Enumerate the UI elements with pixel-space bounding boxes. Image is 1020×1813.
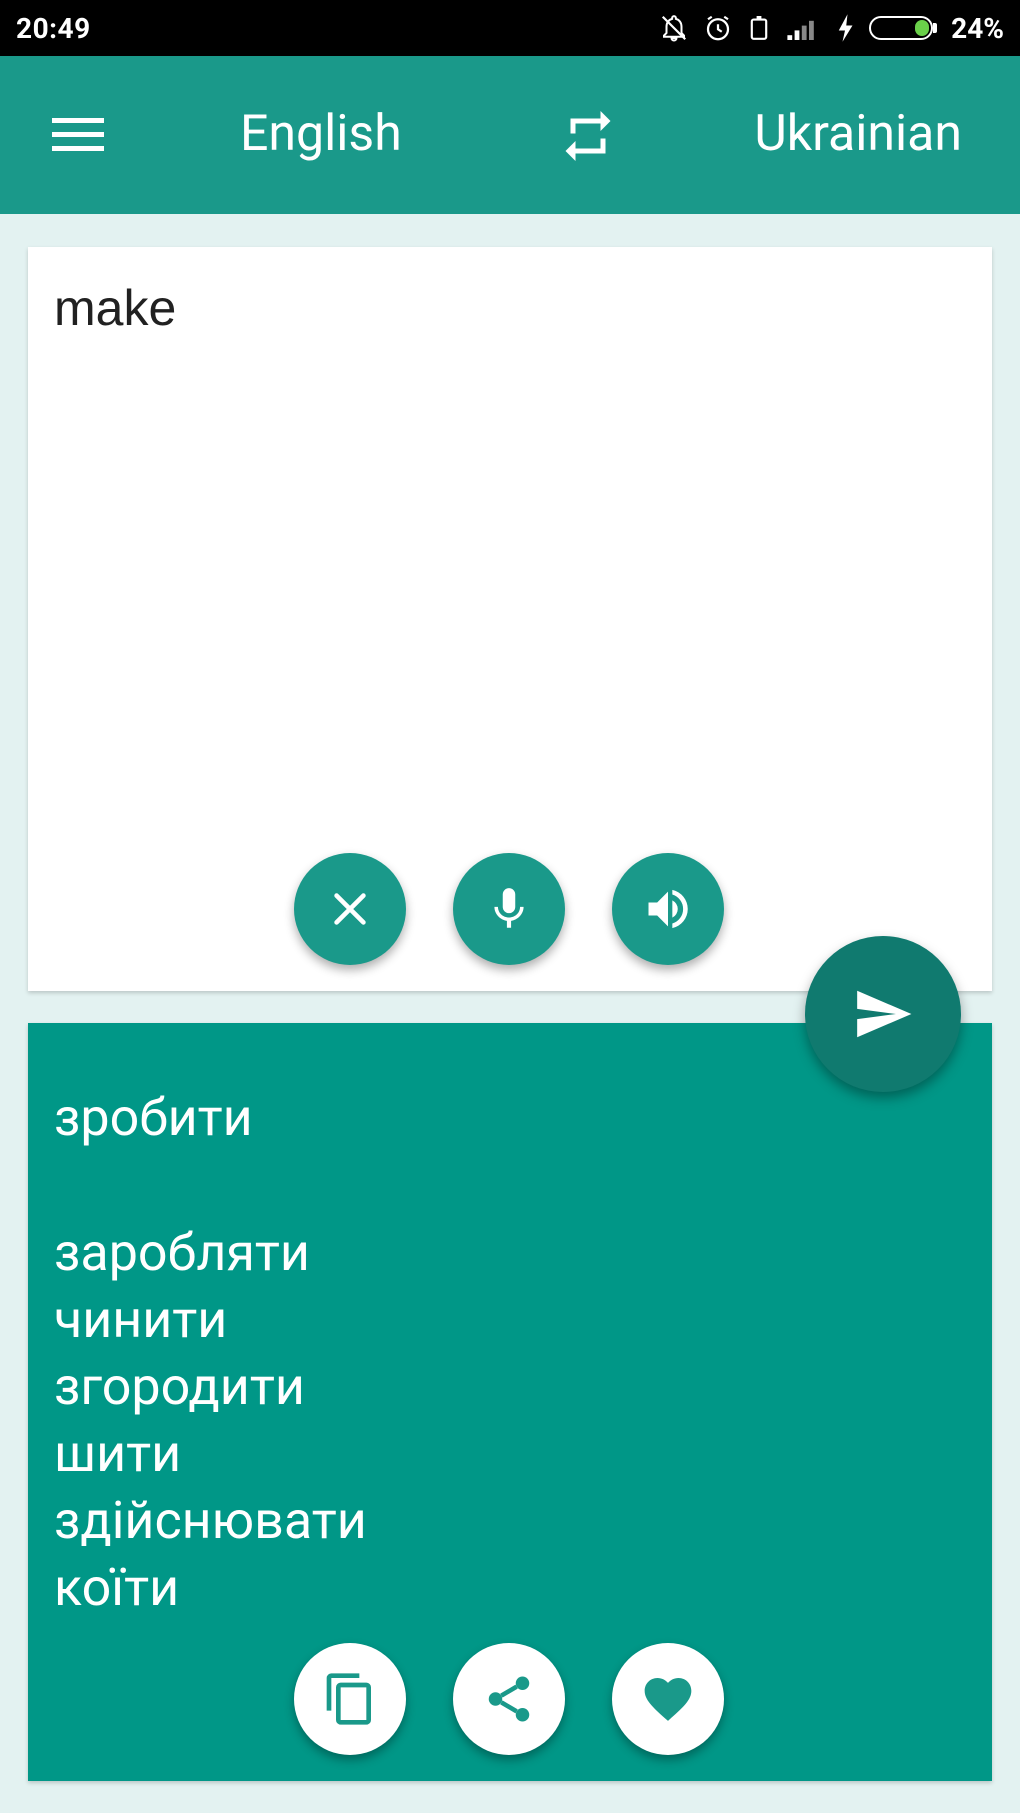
share-icon	[488, 1676, 530, 1722]
close-icon	[334, 893, 366, 925]
copy-icon	[326, 1673, 371, 1725]
list-item: шити	[54, 1423, 182, 1484]
charging-icon	[838, 14, 853, 42]
translation-primary: зробити	[54, 1087, 253, 1148]
input-card: make	[28, 247, 992, 991]
source-text-input[interactable]: make	[54, 279, 176, 337]
list-item: згородити	[54, 1356, 305, 1417]
source-language-button[interactable]: English	[240, 106, 402, 162]
battery-saver-icon	[750, 16, 768, 40]
speaker-icon	[648, 889, 688, 929]
favorite-button[interactable]	[612, 1643, 724, 1755]
clear-button[interactable]	[294, 853, 406, 965]
battery-percent: 24%	[951, 11, 1004, 45]
copy-button[interactable]	[294, 1643, 406, 1755]
swap-languages-button[interactable]	[558, 106, 618, 166]
list-item: чинити	[54, 1289, 228, 1350]
bell-off-icon	[662, 15, 687, 42]
menu-icon	[52, 118, 104, 151]
share-button[interactable]	[453, 1643, 565, 1755]
signal-icon	[787, 20, 814, 40]
status-icons: 24%	[659, 12, 1004, 45]
heart-icon	[644, 1678, 692, 1721]
list-item: здійснювати	[54, 1490, 367, 1551]
menu-button[interactable]	[48, 106, 110, 162]
translation-alternatives: заробляти чинити згородити шити здійснюв…	[54, 1219, 367, 1621]
target-language-button[interactable]: Ukrainian	[754, 106, 962, 162]
list-item: заробляти	[54, 1222, 310, 1283]
status-bar: 20:49 24%	[0, 0, 1020, 56]
battery-icon	[869, 16, 938, 40]
status-time: 20:49	[16, 11, 91, 45]
microphone-button[interactable]	[453, 853, 565, 965]
translate-send-button[interactable]	[805, 936, 961, 1092]
alarm-icon	[707, 15, 730, 41]
microphone-icon	[494, 888, 524, 928]
translation-card: зробити заробляти чинити згородити шити …	[28, 1023, 992, 1781]
send-icon	[857, 990, 912, 1038]
speak-source-button[interactable]	[612, 853, 724, 965]
list-item: коїти	[54, 1557, 180, 1618]
app-toolbar: English Ukrainian	[0, 56, 1020, 214]
swap-icon	[565, 111, 611, 161]
